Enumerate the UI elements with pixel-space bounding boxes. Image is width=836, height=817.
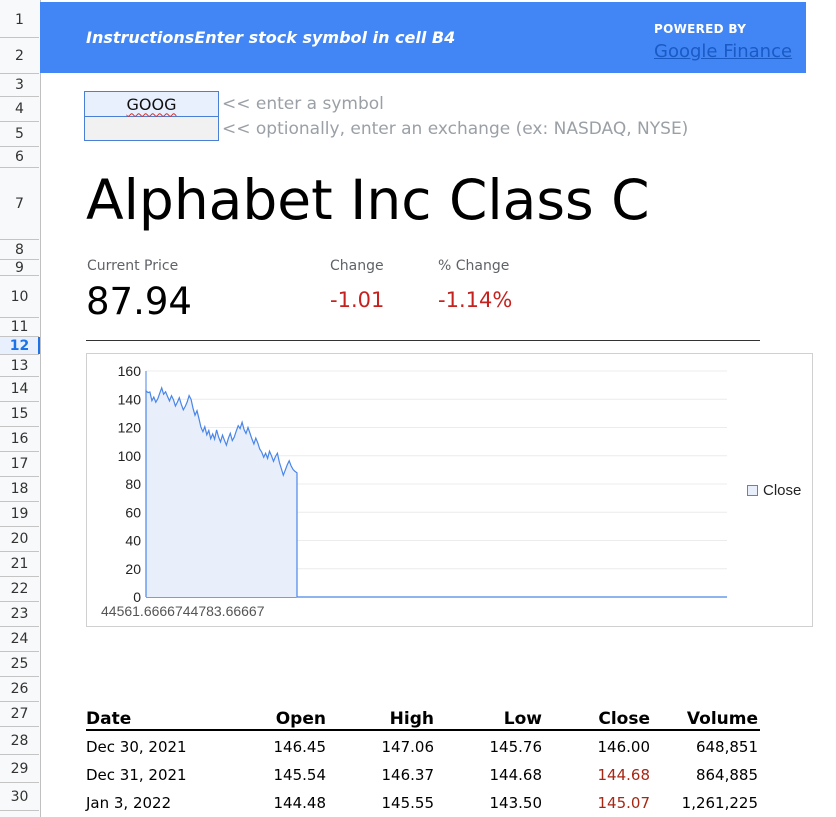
row-header-26[interactable]: 26 — [0, 677, 39, 702]
header-low: Low — [503, 709, 542, 729]
cell-close: 144.68 — [597, 766, 651, 784]
symbol-value: GOOG — [126, 94, 177, 114]
row-header-28[interactable]: 28 — [0, 727, 39, 755]
cell-high: 147.06 — [381, 738, 435, 756]
row-header-7[interactable]: 7 — [0, 168, 39, 240]
cell-volume: 864,885 — [695, 766, 758, 784]
row-header-2[interactable]: 2 — [0, 38, 39, 74]
legend-label: Close — [763, 482, 802, 499]
cell-close: 145.07 — [597, 794, 651, 812]
row-header-30[interactable]: 30 — [0, 783, 39, 811]
table-header-rule — [86, 729, 760, 731]
header-open: Open — [275, 709, 326, 729]
company-name: Alphabet Inc Class C — [86, 168, 650, 232]
change-label: Change — [330, 258, 384, 274]
y-tick-label: 160 — [118, 363, 142, 379]
pct-change-value: -1.14% — [438, 288, 513, 312]
cell-open: 144.48 — [273, 794, 327, 812]
cell-high: 146.37 — [381, 766, 435, 784]
y-tick-label: 120 — [118, 420, 142, 436]
cell-close: 146.00 — [597, 738, 651, 756]
row-header-20[interactable]: 20 — [0, 527, 39, 552]
header-volume: Volume — [686, 709, 758, 729]
change-value: -1.01 — [330, 288, 385, 312]
row-header-12[interactable]: 12 — [0, 337, 40, 355]
chart-svg: 02040608010012014016044561.6666744783.66… — [101, 363, 727, 619]
y-tick-label: 40 — [125, 533, 141, 549]
row-header-4[interactable]: 4 — [0, 97, 39, 122]
row-header-3[interactable]: 3 — [0, 74, 39, 97]
row-header-22[interactable]: 22 — [0, 577, 39, 602]
close-area-fill — [146, 387, 297, 597]
cell-low: 143.50 — [489, 794, 543, 812]
symbol-hint: << enter a symbol — [222, 94, 384, 114]
current-price: 87.94 — [86, 280, 192, 323]
row-header-24[interactable]: 24 — [0, 627, 39, 652]
cell-low: 145.76 — [489, 738, 543, 756]
header-high: High — [389, 709, 434, 729]
row-header-9[interactable]: 9 — [0, 260, 39, 276]
legend-swatch — [747, 485, 758, 496]
pct-change-label: % Change — [438, 258, 510, 274]
cell-date: Dec 30, 2021 — [86, 738, 187, 756]
row-header-25[interactable]: 25 — [0, 652, 39, 677]
row-header-19[interactable]: 19 — [0, 502, 39, 527]
current-price-label: Current Price — [87, 258, 179, 274]
row-header-10[interactable]: 10 — [0, 276, 39, 318]
row-header-23[interactable]: 23 — [0, 602, 39, 627]
cell-date: Jan 3, 2022 — [86, 794, 172, 812]
google-finance-link[interactable]: Google Finance — [654, 41, 792, 62]
chart-legend: Close — [747, 482, 801, 499]
instructions-text: InstructionsEnter stock symbol in cell B… — [86, 28, 456, 47]
cell-volume: 648,851 — [695, 738, 758, 756]
row-header-15[interactable]: 15 — [0, 402, 39, 427]
price-chart[interactable]: 0 20 40 60 80 100 120 140 160 44561.6666744783.66… — [86, 353, 813, 627]
row-header-11[interactable]: 11 — [0, 318, 39, 337]
row-header-6[interactable]: 6 — [0, 147, 39, 168]
row-header-21[interactable]: 21 — [0, 552, 39, 577]
y-tick-label: 100 — [118, 448, 142, 464]
cell-date: Dec 31, 2021 — [86, 766, 187, 784]
y-tick-label: 60 — [125, 504, 141, 520]
row-header-16[interactable]: 16 — [0, 427, 39, 452]
row-header-5[interactable]: 5 — [0, 122, 39, 147]
header-banner: InstructionsEnter stock symbol in cell B… — [40, 2, 806, 73]
row-header-14[interactable]: 14 — [0, 377, 39, 402]
header-date: Date — [86, 709, 132, 729]
row-header-8[interactable]: 8 — [0, 240, 39, 260]
cell-volume: 1,261,225 — [681, 794, 758, 812]
row-header-1[interactable]: 1 — [0, 2, 39, 38]
y-tick-label: 140 — [118, 391, 142, 407]
cell-high: 145.55 — [381, 794, 435, 812]
row-header-29[interactable]: 29 — [0, 755, 39, 783]
cell-open: 146.45 — [273, 738, 327, 756]
row-header-17[interactable]: 17 — [0, 452, 39, 477]
cell-open: 145.54 — [273, 766, 327, 784]
row-header-27[interactable]: 27 — [0, 702, 39, 727]
powered-by-label: POWERED BY — [654, 22, 747, 36]
y-tick-label: 20 — [125, 561, 141, 577]
row-header-13[interactable]: 13 — [0, 355, 39, 377]
y-tick-label: 80 — [125, 476, 141, 492]
header-close: Close — [598, 709, 650, 729]
x-tick-label: 44561.6666744783.66667 — [101, 603, 265, 619]
divider — [86, 340, 760, 341]
symbol-cell[interactable]: GOOG — [85, 92, 218, 117]
row-header-18[interactable]: 18 — [0, 477, 39, 502]
symbol-input-group: GOOG — [84, 91, 219, 141]
exchange-cell[interactable] — [85, 117, 218, 140]
exchange-hint: << optionally, enter an exchange (ex: NA… — [222, 119, 689, 139]
cell-low: 144.68 — [489, 766, 543, 784]
